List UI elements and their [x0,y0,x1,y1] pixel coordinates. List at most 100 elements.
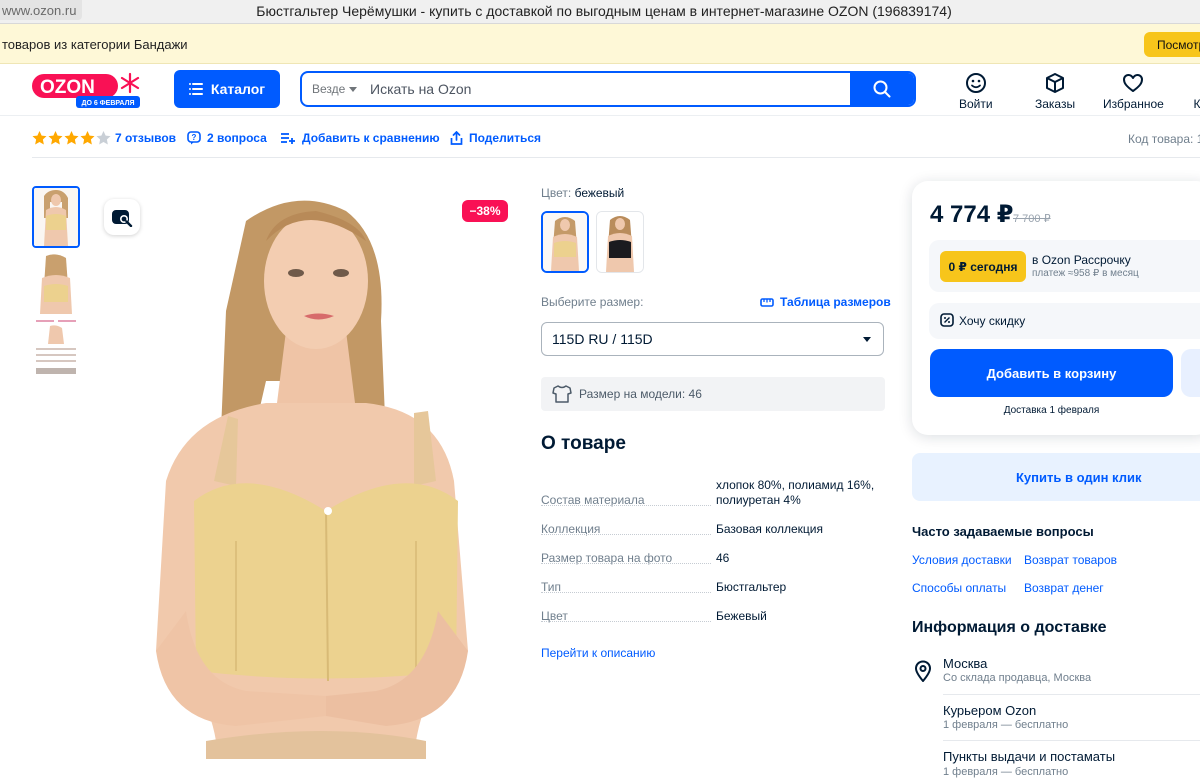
attr-dots [541,592,711,593]
swatch-image [597,212,643,272]
buy-one-click-button[interactable]: Купить в один клик [912,453,1200,501]
rating-stars[interactable] [32,131,111,145]
installment-subtitle: платеж ≈958 ₽ в месяц [1032,268,1139,279]
star-icon [64,131,79,145]
questions-label: 2 вопроса [207,131,267,145]
faq-link-delivery[interactable]: Условия доставки [912,553,1012,567]
heart-icon [1123,74,1144,92]
want-discount-label: Хочу скидку [959,314,1026,328]
attr-value: Базовая коллекция [716,522,823,536]
image-search-button[interactable] [104,199,140,235]
size-table-label: Таблица размеров [780,295,891,309]
size-label: Выберите размер: [541,295,644,309]
favorite-button[interactable] [1181,349,1200,397]
add-to-cart-button[interactable]: Добавить в корзину [930,349,1173,397]
color-label: Цвет: [541,186,572,200]
notice-view-button[interactable]: Посмотр [1144,32,1200,57]
questions-link[interactable]: ? 2 вопроса [187,131,267,145]
size-table-link[interactable]: Таблица размеров [760,295,891,309]
faq-link-refund[interactable]: Возврат денег [1024,581,1104,595]
ozon-logo[interactable]: OZON ДО 6 ФЕВРАЛЯ [32,72,140,108]
nav-favorites[interactable]: Избранное [1103,72,1164,111]
size-selected-value: 115D RU / 115D [552,331,653,347]
notice-text: товаров из категории Бандажи [2,37,188,52]
smile-icon [965,73,986,93]
notice-bar: товаров из категории Бандажи Посмотр [0,24,1200,64]
nav-orders-label: Заказы [1035,97,1076,111]
catalog-label: Каталог [210,81,266,97]
svg-text:?: ? [192,133,197,142]
color-line: Цвет: бежевый [541,186,624,200]
gallery-thumb-1[interactable] [32,186,80,248]
main-product-image[interactable] [96,181,526,759]
faq-link-payment[interactable]: Способы оплаты [912,581,1006,595]
site-header: OZON ДО 6 ФЕВРАЛЯ Каталог Везде Войти За… [0,64,1200,116]
delivery-city[interactable]: Москва [943,656,987,671]
attr-row: Состав материала хлопок 80%, полиамид 16… [541,478,885,512]
nav-favorites-label: Избранное [1103,97,1164,111]
compare-label: Добавить к сравнению [302,131,440,145]
faq-link-returns[interactable]: Возврат товаров [1024,553,1117,567]
attr-dots [541,505,711,506]
search-input[interactable] [362,73,852,105]
product-photo [96,181,526,759]
catalog-button[interactable]: Каталог [174,70,280,108]
size-select[interactable]: 115D RU / 115D [541,322,884,356]
installment-title: в Ozon Рассрочку [1032,253,1131,267]
delivery-courier: Курьером Ozon [943,703,1037,718]
chevron-down-icon [349,87,357,92]
attr-dots [541,563,711,564]
delivery-date: Доставка 1 февраля [1003,405,1100,416]
gallery-thumb-3[interactable] [32,316,80,378]
attr-row: Тип Бюстгальтер [541,580,885,596]
thumb-image [32,252,80,314]
product-meta-row: 7 отзывов ? 2 вопроса Добавить к сравнен… [32,116,1200,158]
color-swatch-black[interactable] [596,211,644,273]
color-swatch-beige[interactable] [541,211,589,273]
nav-cart[interactable]: К [1186,72,1200,111]
search-button[interactable] [850,73,914,105]
cart-icon [1186,72,1200,94]
compare-icon [281,133,295,144]
ruler-icon [760,297,774,307]
thumb-image [32,316,80,378]
search-icon [873,80,891,98]
attr-dots [541,534,711,535]
delivery-info-title: Информация о доставке [912,619,1107,636]
about-title: О товаре [541,433,626,454]
color-value: бежевый [574,186,625,200]
attr-dots [541,621,711,622]
attr-row: Размер товара на фото 46 [541,551,885,567]
want-discount-button[interactable]: Хочу скидку [929,303,1200,339]
tshirt-icon [552,385,572,403]
model-size-text: Размер на модели: 46 [579,387,702,401]
current-price: 4 774 ₽ [930,201,1014,228]
browser-title-bar: www.ozon.ru Бюстгальтер Черёмушки - купи… [0,0,1200,24]
delivery-pickup-sub: 1 февраля — бесплатно [943,766,1069,778]
installment-chip[interactable]: 0 ₽ сегодня [940,251,1026,282]
camera-search-icon [112,210,133,227]
reviews-link[interactable]: 7 отзывов [115,131,176,145]
logo-text: OZON [40,77,95,98]
discount-badge: −38% [462,200,508,222]
star-icon [80,131,95,145]
question-icon: ? [187,131,201,145]
compare-link[interactable]: Добавить к сравнению [281,131,440,145]
swatch-image [543,213,587,271]
share-link[interactable]: Поделиться [450,131,541,145]
product-code: Код товара: 1 [1128,132,1200,146]
attr-value: Бежевый [716,609,767,623]
nav-login[interactable]: Войти [959,72,993,111]
reviews-label: 7 отзывов [115,131,177,145]
nav-orders[interactable]: Заказы [1035,72,1075,111]
goto-description-link[interactable]: Перейти к описанию [541,646,655,660]
nav-login-label: Войти [959,97,993,111]
attr-row: Коллекция Базовая коллекция [541,522,885,538]
share-icon [450,131,463,145]
nav-cart-label: К [1193,97,1200,111]
gallery-thumb-2[interactable] [32,252,80,314]
box-icon [1046,73,1065,93]
star-icon [48,131,63,145]
chevron-down-icon [863,337,871,342]
discount-icon [940,313,954,327]
